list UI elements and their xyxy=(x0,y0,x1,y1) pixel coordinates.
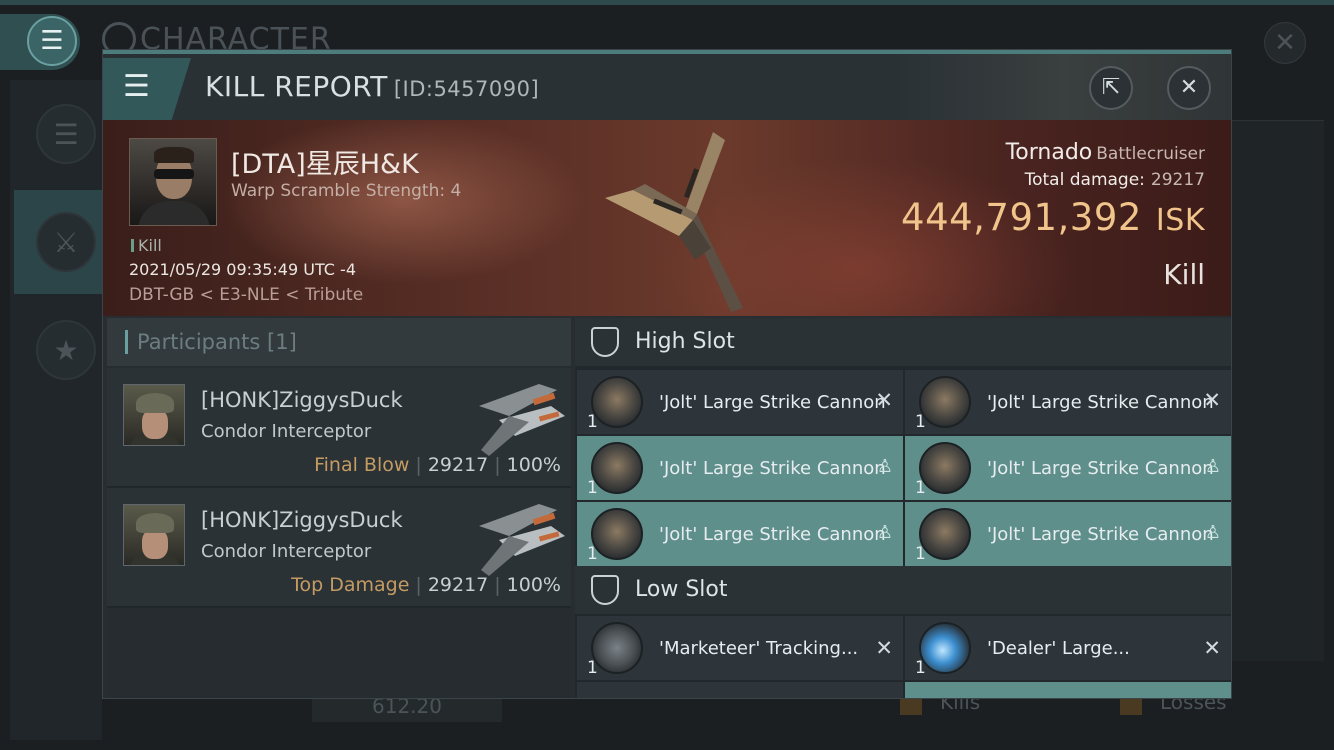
destroyed-icon: ✕ xyxy=(1203,388,1221,412)
cannon-module-icon xyxy=(919,376,971,428)
dropped-person-icon: ♙ xyxy=(876,522,893,543)
module-item-partial[interactable] xyxy=(905,682,1231,698)
kill-id: [ID:5457090] xyxy=(393,77,540,101)
close-button[interactable]: ✕ xyxy=(1167,66,1211,110)
participant-stats: Final Blow | 29217 | 100% xyxy=(314,454,561,476)
participant-avatar[interactable] xyxy=(123,384,185,446)
dropped-person-icon: ♙ xyxy=(1204,456,1221,477)
module-name: 'Jolt' Large Strike Cannon xyxy=(987,392,1214,413)
participant-ship: Condor Interceptor xyxy=(201,541,372,562)
module-item[interactable]: 1 'Jolt' Large Strike Cannon ♙ xyxy=(577,436,903,500)
module-name: 'Jolt' Large Strike Cannon xyxy=(987,458,1214,479)
star-badge-icon[interactable]: ★ xyxy=(36,320,96,380)
condor-ship-image[interactable] xyxy=(469,496,569,578)
high-slot-header: High Slot xyxy=(575,318,1231,366)
close-icon: ✕ xyxy=(1179,75,1199,100)
fitting-panel: High Slot 1 'Jolt' Large Strike Cannon ✕… xyxy=(575,318,1231,698)
top-accent-line xyxy=(0,0,1334,5)
tracking-module-icon xyxy=(591,622,643,674)
high-slot-icon xyxy=(591,327,619,357)
dropped-person-icon: ♙ xyxy=(1204,522,1221,543)
module-item[interactable]: 1 'Jolt' Large Strike Cannon ♙ xyxy=(905,502,1231,566)
panel-menu-button[interactable]: ☰ xyxy=(103,58,191,120)
background-sidebar xyxy=(10,80,102,740)
victim-name[interactable]: [DTA]星辰H&K xyxy=(231,142,419,181)
energy-module-icon xyxy=(919,622,971,674)
module-name: 'Jolt' Large Strike Cannon xyxy=(659,458,886,479)
participant-row[interactable]: [HONK]ZiggysDuck Condor Interceptor Fina… xyxy=(107,368,571,488)
module-name: 'Jolt' Large Strike Cannon xyxy=(987,524,1214,545)
module-item[interactable]: 1 'Marketeer' Tracking... ✕ xyxy=(577,616,903,680)
module-item-partial[interactable] xyxy=(577,682,903,698)
external-link-icon: ⇱ xyxy=(1101,75,1121,100)
total-damage: Total damage: 29217 xyxy=(1024,170,1205,190)
module-qty: 1 xyxy=(915,478,926,498)
kill-datetime: 2021/05/29 09:35:49 UTC -4 xyxy=(129,260,357,279)
kill-summary-banner: [DTA]星辰H&K Warp Scramble Strength: 4 Kil… xyxy=(103,120,1231,316)
cannon-module-icon xyxy=(919,508,971,560)
background-close-button[interactable]: ✕ xyxy=(1264,22,1306,64)
module-name: 'Marketeer' Tracking... xyxy=(659,638,859,659)
warp-scramble-strength: Warp Scramble Strength: 4 xyxy=(231,181,462,201)
main-menu-button[interactable]: ☰ xyxy=(0,14,80,70)
kill-location[interactable]: DBT-GB < E3-NLE < Tribute xyxy=(129,285,363,305)
background-right-panel xyxy=(1232,120,1324,661)
module-item[interactable]: 1 'Dealer' Large... ✕ xyxy=(905,616,1231,680)
victim-ship[interactable]: Tornado Battlecruiser xyxy=(1006,140,1205,165)
list-icon[interactable]: ☰ xyxy=(36,104,96,164)
module-qty: 1 xyxy=(915,544,926,564)
menu-icon: ☰ xyxy=(27,16,77,66)
participant-stats: Top Damage | 29217 | 100% xyxy=(291,574,561,596)
cannon-module-icon xyxy=(591,376,643,428)
panel-title: KILL REPORT [ID:5457090] xyxy=(205,70,540,103)
low-slot-header: Low Slot xyxy=(575,566,1231,614)
module-qty: 1 xyxy=(587,658,598,678)
module-qty: 1 xyxy=(587,478,598,498)
module-name: 'Jolt' Large Strike Cannon xyxy=(659,524,886,545)
destroyed-icon: ✕ xyxy=(875,636,893,660)
cannon-module-icon xyxy=(919,442,971,494)
module-qty: 1 xyxy=(915,658,926,678)
share-button[interactable]: ⇱ xyxy=(1089,66,1133,110)
kill-report-panel: ☰ KILL REPORT [ID:5457090] ⇱ ✕ [DTA]星辰H&K… xyxy=(102,49,1232,699)
module-qty: 1 xyxy=(587,544,598,564)
module-item[interactable]: 1 'Jolt' Large Strike Cannon ✕ xyxy=(577,370,903,434)
destroyed-icon: ✕ xyxy=(875,388,893,412)
participants-panel: Participants [1] [HONK]ZiggysDuck Condor… xyxy=(107,318,571,698)
participant-name[interactable]: [HONK]ZiggysDuck xyxy=(201,388,403,412)
victim-portrait[interactable] xyxy=(129,138,217,226)
cannon-module-icon xyxy=(591,442,643,494)
condor-ship-image[interactable] xyxy=(469,376,569,458)
participant-row[interactable]: [HONK]ZiggysDuck Condor Interceptor Top … xyxy=(107,488,571,608)
participants-header: Participants [1] xyxy=(107,318,571,366)
tornado-ship-image[interactable] xyxy=(593,128,753,314)
isk-value: 444,791,392 ISK xyxy=(901,196,1205,239)
module-qty: 1 xyxy=(587,412,598,432)
module-name: 'Jolt' Large Strike Cannon xyxy=(659,392,886,413)
panel-header: ☰ KILL REPORT [ID:5457090] ⇱ ✕ xyxy=(103,54,1231,120)
dropped-person-icon: ♙ xyxy=(876,456,893,477)
kill-result: Kill xyxy=(1163,258,1205,291)
destroyed-icon: ✕ xyxy=(1203,636,1221,660)
hamburger-icon: ☰ xyxy=(123,69,150,104)
cannon-module-icon xyxy=(591,508,643,560)
crossed-swords-icon[interactable]: ⚔ xyxy=(36,212,96,272)
module-name: 'Dealer' Large... xyxy=(987,638,1130,659)
module-item[interactable]: 1 'Jolt' Large Strike Cannon ✕ xyxy=(905,370,1231,434)
participant-ship: Condor Interceptor xyxy=(201,421,372,442)
participant-name[interactable]: [HONK]ZiggysDuck xyxy=(201,508,403,532)
participant-avatar[interactable] xyxy=(123,504,185,566)
module-qty: 1 xyxy=(915,412,926,432)
kill-tag: Kill xyxy=(131,236,162,255)
low-slot-icon xyxy=(591,575,619,605)
module-item[interactable]: 1 'Jolt' Large Strike Cannon ♙ xyxy=(577,502,903,566)
module-item[interactable]: 1 'Jolt' Large Strike Cannon ♙ xyxy=(905,436,1231,500)
